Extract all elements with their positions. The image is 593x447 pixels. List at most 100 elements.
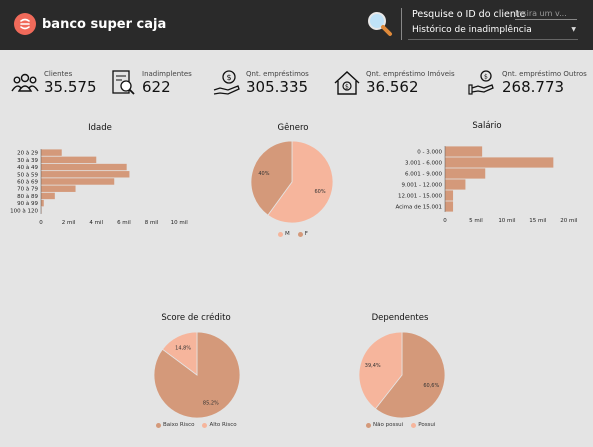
- kpi-value: 622: [142, 78, 171, 96]
- genero-legend: M F: [278, 231, 316, 237]
- bank-logo-icon: [14, 13, 36, 35]
- slice-label: 60,6%: [423, 383, 439, 389]
- legend-label: Alto Risco: [209, 422, 237, 428]
- legend-label: Possui: [418, 422, 436, 428]
- dependentes-pie-chart: 60,6% 39,4%: [358, 331, 446, 419]
- bar[interactable]: [41, 149, 62, 156]
- category-label: 9.001 - 12.000: [402, 183, 443, 189]
- bar[interactable]: [41, 192, 55, 200]
- bar[interactable]: [445, 168, 486, 179]
- x-tick-label: 10 mil: [171, 220, 189, 226]
- salario-chart-title: Salário: [472, 121, 502, 131]
- kpi-value: 305.335: [246, 78, 309, 96]
- legend-label: M: [285, 231, 290, 237]
- bar[interactable]: [41, 178, 115, 185]
- x-tick-label: 0: [39, 220, 43, 226]
- slice-label: 85,2%: [203, 401, 219, 407]
- x-tick-label: 8 mil: [145, 220, 159, 226]
- document-search-icon: [112, 70, 135, 95]
- svg-text:$: $: [227, 73, 232, 82]
- people-icon: [11, 73, 39, 92]
- header-divider: [401, 8, 402, 40]
- category-label: 20 à 29: [17, 150, 38, 157]
- x-tick-label: 10 mil: [498, 218, 516, 224]
- legend-label: Baixo Risco: [163, 422, 195, 428]
- salario-bar-chart: 0 - 3.000 3.001 - 6.000 6.001 - 9.000 9.001…: [395, 146, 578, 224]
- legend-swatch: [202, 422, 208, 428]
- bar[interactable]: [445, 157, 554, 168]
- svg-text:$: $: [484, 74, 488, 81]
- slice-label: 40%: [258, 171, 269, 177]
- brand-logo: banco super caja: [14, 13, 166, 35]
- kpi-value: 268.773: [502, 78, 565, 96]
- bar[interactable]: [445, 190, 454, 201]
- category-label: 80 à 89: [17, 193, 38, 200]
- legend-swatch: [297, 231, 303, 237]
- legend-label: Não possui: [373, 422, 404, 428]
- bar[interactable]: [445, 146, 483, 157]
- dependentes-chart-title: Dependentes: [371, 313, 429, 323]
- category-label: 12.001 - 15.000: [398, 194, 442, 200]
- legend-swatch: [278, 231, 283, 237]
- genero-chart-title: Gênero: [277, 123, 309, 133]
- category-label: 0 - 3.000: [417, 150, 442, 156]
- category-label: 60 à 69: [17, 179, 38, 186]
- legend-swatch: [411, 422, 417, 428]
- default-history-select[interactable]: Histórico de inadimplência ▼: [408, 23, 578, 40]
- kpi-inadimplentes: Inadimplentes 622: [108, 68, 192, 98]
- bar[interactable]: [41, 163, 127, 171]
- idade-bar-chart: 20 à 2930 à 3940 à 4950 à 5960 à 6970 à …: [10, 149, 189, 226]
- slice-label: 14,8%: [175, 345, 191, 351]
- chevron-down-icon: ▼: [571, 26, 576, 33]
- client-id-filter-label: Pesquise o ID do cliente: [412, 9, 526, 20]
- bar[interactable]: [445, 201, 454, 212]
- score-pie-chart: 85,2% 14,8%: [153, 331, 241, 419]
- bar[interactable]: [41, 185, 76, 192]
- brand-name: banco super caja: [42, 16, 167, 32]
- x-tick-label: 6 mil: [117, 220, 131, 226]
- x-tick-label: 20 mil: [560, 218, 578, 224]
- legend-swatch: [156, 422, 161, 428]
- category-label: Acima de 15.001: [395, 205, 442, 211]
- category-label: 3.001 - 6.000: [405, 161, 442, 167]
- bar[interactable]: [41, 199, 44, 207]
- house-money-icon: $: [334, 71, 360, 95]
- bar[interactable]: [41, 171, 130, 178]
- client-id-input[interactable]: [515, 7, 577, 20]
- category-label: 100 à 120: [10, 207, 38, 214]
- category-label: 90 à 99: [17, 200, 38, 207]
- kpi-value: 35.575: [44, 78, 97, 96]
- category-label: 30 à 39: [17, 157, 38, 164]
- legend-swatch: [366, 422, 371, 428]
- kpi-value: 36.562: [366, 78, 419, 96]
- bar[interactable]: [41, 156, 97, 164]
- kpi-emprestimos: $ Qnt. empréstimos 305.335: [212, 68, 309, 98]
- money-hand-icon: $: [213, 70, 240, 95]
- slice-label: 39,4%: [365, 363, 381, 369]
- slice-label: 60%: [315, 189, 326, 195]
- genero-pie-chart: 60% 40%: [250, 140, 334, 224]
- dependentes-legend: Não possui Possui: [366, 422, 443, 428]
- svg-text:$: $: [345, 84, 349, 91]
- x-tick-label: 15 mil: [529, 218, 547, 224]
- x-tick-label: 4 mil: [89, 220, 103, 226]
- header-bar: banco super caja Pesquise o ID do client…: [0, 0, 593, 50]
- kpi-emprestimo-outros: $ Qnt. empréstimo Outros 268.773: [468, 68, 587, 98]
- idade-chart-title: Idade: [88, 123, 112, 133]
- legend-label: F: [304, 231, 308, 237]
- select-value: Histórico de inadimplência: [412, 25, 532, 35]
- coin-hand-icon: $: [468, 70, 494, 95]
- x-tick-label: 2 mil: [62, 220, 76, 226]
- category-label: 40 à 49: [17, 164, 38, 171]
- kpi-clientes: Clientes 35.575: [10, 68, 97, 98]
- category-label: 50 à 59: [17, 171, 38, 178]
- x-tick-label: 0: [443, 218, 447, 224]
- search-icon[interactable]: [366, 10, 394, 38]
- kpi-emprestimo-imoveis: $ Qnt. empréstimo Imóveis 36.562: [332, 68, 455, 98]
- bar[interactable]: [445, 179, 466, 190]
- category-label: 6.001 - 9.000: [405, 172, 442, 178]
- score-legend: Baixo Risco Alto Risco: [156, 422, 245, 428]
- category-label: 70 à 79: [17, 186, 38, 193]
- x-tick-label: 5 mil: [469, 218, 483, 224]
- score-chart-title: Score de crédito: [161, 313, 231, 323]
